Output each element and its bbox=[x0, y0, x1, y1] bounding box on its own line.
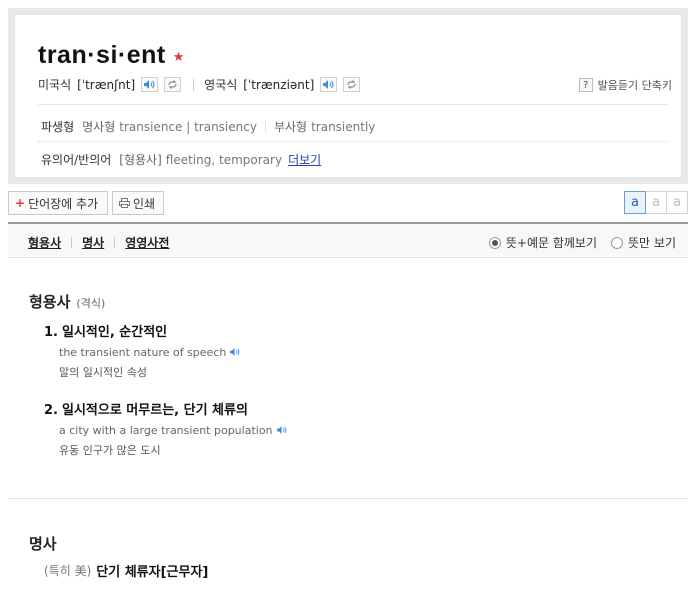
pron-separator bbox=[193, 78, 195, 91]
star-icon: ★ bbox=[172, 50, 185, 65]
help-icon: ? bbox=[578, 78, 593, 92]
pronunciation-row: 미국식 [ˈtrænʃnt] 영국식 [ˈtrænziənt] bbox=[38, 76, 361, 93]
derivatives-label: 파생형 bbox=[41, 120, 75, 134]
adverb-form-label: 부사형 bbox=[273, 120, 308, 134]
view-with-examples-option[interactable]: 뜻+예문 함께보기 bbox=[488, 234, 598, 251]
view-with-examples-label: 뜻+예문 함께보기 bbox=[505, 236, 598, 250]
print-button[interactable]: 인쇄 bbox=[112, 191, 164, 215]
sense-meaning: 일시적인, 순간적인 bbox=[61, 325, 168, 340]
adverb-form[interactable]: transiently bbox=[311, 120, 375, 134]
noun-title: 명사 bbox=[29, 535, 57, 553]
us-pron-text: [ˈtrænʃnt] bbox=[77, 77, 136, 92]
synonyms-row: 유의어/반의어 [형용사] fleeting, temporary 더보기 bbox=[41, 151, 321, 168]
sense-meaning: 일시적으로 머무르는, 단기 체류의 bbox=[61, 403, 248, 418]
synonyms-words[interactable]: fleeting, temporary bbox=[166, 153, 282, 167]
sense-1: 1. 일시적인, 순간적인 bbox=[44, 321, 167, 340]
radio-unselected-icon[interactable] bbox=[611, 236, 624, 249]
synonyms-more-link[interactable]: 더보기 bbox=[288, 151, 321, 168]
add-to-wordbook-button[interactable]: + 단어장에 추가 bbox=[8, 191, 108, 215]
adjective-heading: 형용사 (격식) bbox=[29, 291, 105, 312]
view-meaning-only-option[interactable]: 뜻만 보기 bbox=[611, 234, 676, 251]
noun-definition: (특히 美) 단기 체류자[근무자] bbox=[44, 561, 208, 580]
example-en-text: the transient nature of speech bbox=[59, 346, 227, 359]
sense-1-example-en: the transient nature of speech bbox=[59, 346, 240, 359]
uk-pron-text: [ˈtrænziənt] bbox=[243, 77, 315, 92]
font-size-medium[interactable]: a bbox=[645, 191, 667, 214]
example-speaker-icon[interactable] bbox=[230, 346, 240, 359]
noun-form-label: 명사형 bbox=[82, 120, 116, 134]
pos-tabs: 형용사 명사 영영사전 bbox=[28, 234, 169, 251]
derivatives-separator bbox=[264, 121, 266, 132]
uk-repeat-icon[interactable] bbox=[343, 77, 361, 92]
printer-icon bbox=[119, 198, 130, 208]
pron-shortcut-label: 발음듣기 단축키 bbox=[597, 79, 672, 92]
tab-separator bbox=[71, 237, 73, 248]
header-divider bbox=[38, 104, 668, 105]
tab-english-dictionary[interactable]: 영영사전 bbox=[125, 234, 169, 251]
font-size-small[interactable]: a bbox=[624, 191, 646, 214]
pos-tab-bar: 형용사 명사 영영사전 뜻+예문 함께보기 뜻만 보기 bbox=[8, 222, 688, 258]
synonyms-label: 유의어/반의어 bbox=[41, 153, 112, 167]
uk-speaker-icon[interactable] bbox=[320, 77, 338, 92]
sense-number: 1. bbox=[44, 325, 58, 340]
noun-usage-note: (특히 美) bbox=[44, 564, 92, 578]
sense-1-example-ko: 말의 일시적인 속성 bbox=[59, 366, 147, 379]
uk-pron-label: 영국식 bbox=[204, 78, 238, 92]
sense-1-head: 1. 일시적인, 순간적인 bbox=[44, 321, 167, 340]
add-to-wordbook-label: 단어장에 추가 bbox=[28, 196, 99, 211]
plus-icon: + bbox=[15, 196, 26, 210]
section-divider bbox=[8, 498, 688, 499]
print-label: 인쇄 bbox=[133, 196, 156, 211]
us-pron-label: 미국식 bbox=[38, 78, 72, 92]
headword: tran·si·ent bbox=[38, 41, 166, 69]
tab-adjective[interactable]: 형용사 bbox=[28, 234, 61, 251]
entry-header: tran·si·ent ★ 미국식 [ˈtrænʃnt] 영국식 [ˈtrænz… bbox=[8, 8, 688, 184]
toolbar: + 단어장에 추가 인쇄 a a a bbox=[8, 191, 688, 216]
sense-number: 2. bbox=[44, 403, 58, 418]
pron-shortcut-help[interactable]: ? 발음듣기 단축키 bbox=[578, 77, 672, 93]
sense-2-head: 2. 일시적으로 머무르는, 단기 체류의 bbox=[44, 399, 248, 418]
adjective-title: 형용사 bbox=[29, 293, 71, 311]
sense-2: 2. 일시적으로 머무르는, 단기 체류의 bbox=[44, 399, 248, 418]
example-en-text: a city with a large transient population bbox=[59, 424, 273, 437]
derivatives-row: 파생형 명사형 transience | transiency 부사형 tran… bbox=[41, 118, 375, 135]
noun-heading: 명사 bbox=[29, 533, 57, 554]
us-repeat-icon[interactable] bbox=[164, 77, 182, 92]
headword-row: tran·si·ent ★ bbox=[38, 41, 184, 70]
sense-2-example-en: a city with a large transient population bbox=[59, 424, 287, 437]
view-options: 뜻+예문 함께보기 뜻만 보기 bbox=[475, 234, 676, 251]
example-speaker-icon[interactable] bbox=[276, 424, 287, 437]
header-dotted-divider bbox=[38, 141, 668, 142]
sense-2-example-ko: 유동 인구가 많은 도시 bbox=[59, 444, 161, 457]
adjective-register: (격식) bbox=[76, 297, 106, 310]
radio-selected-icon[interactable] bbox=[488, 236, 501, 249]
tab-separator bbox=[114, 237, 116, 248]
synonyms-pos: [형용사] bbox=[119, 153, 162, 167]
noun-meaning: 단기 체류자[근무자] bbox=[96, 565, 209, 580]
tab-noun[interactable]: 명사 bbox=[82, 234, 104, 251]
font-size-selector: a a a bbox=[624, 191, 688, 214]
entry-header-inner: tran·si·ent ★ 미국식 [ˈtrænʃnt] 영국식 [ˈtrænz… bbox=[15, 15, 681, 177]
noun-forms[interactable]: transience | transiency bbox=[119, 120, 257, 134]
font-size-large[interactable]: a bbox=[666, 191, 688, 214]
us-speaker-icon[interactable] bbox=[141, 77, 159, 92]
view-meaning-only-label: 뜻만 보기 bbox=[628, 236, 676, 250]
